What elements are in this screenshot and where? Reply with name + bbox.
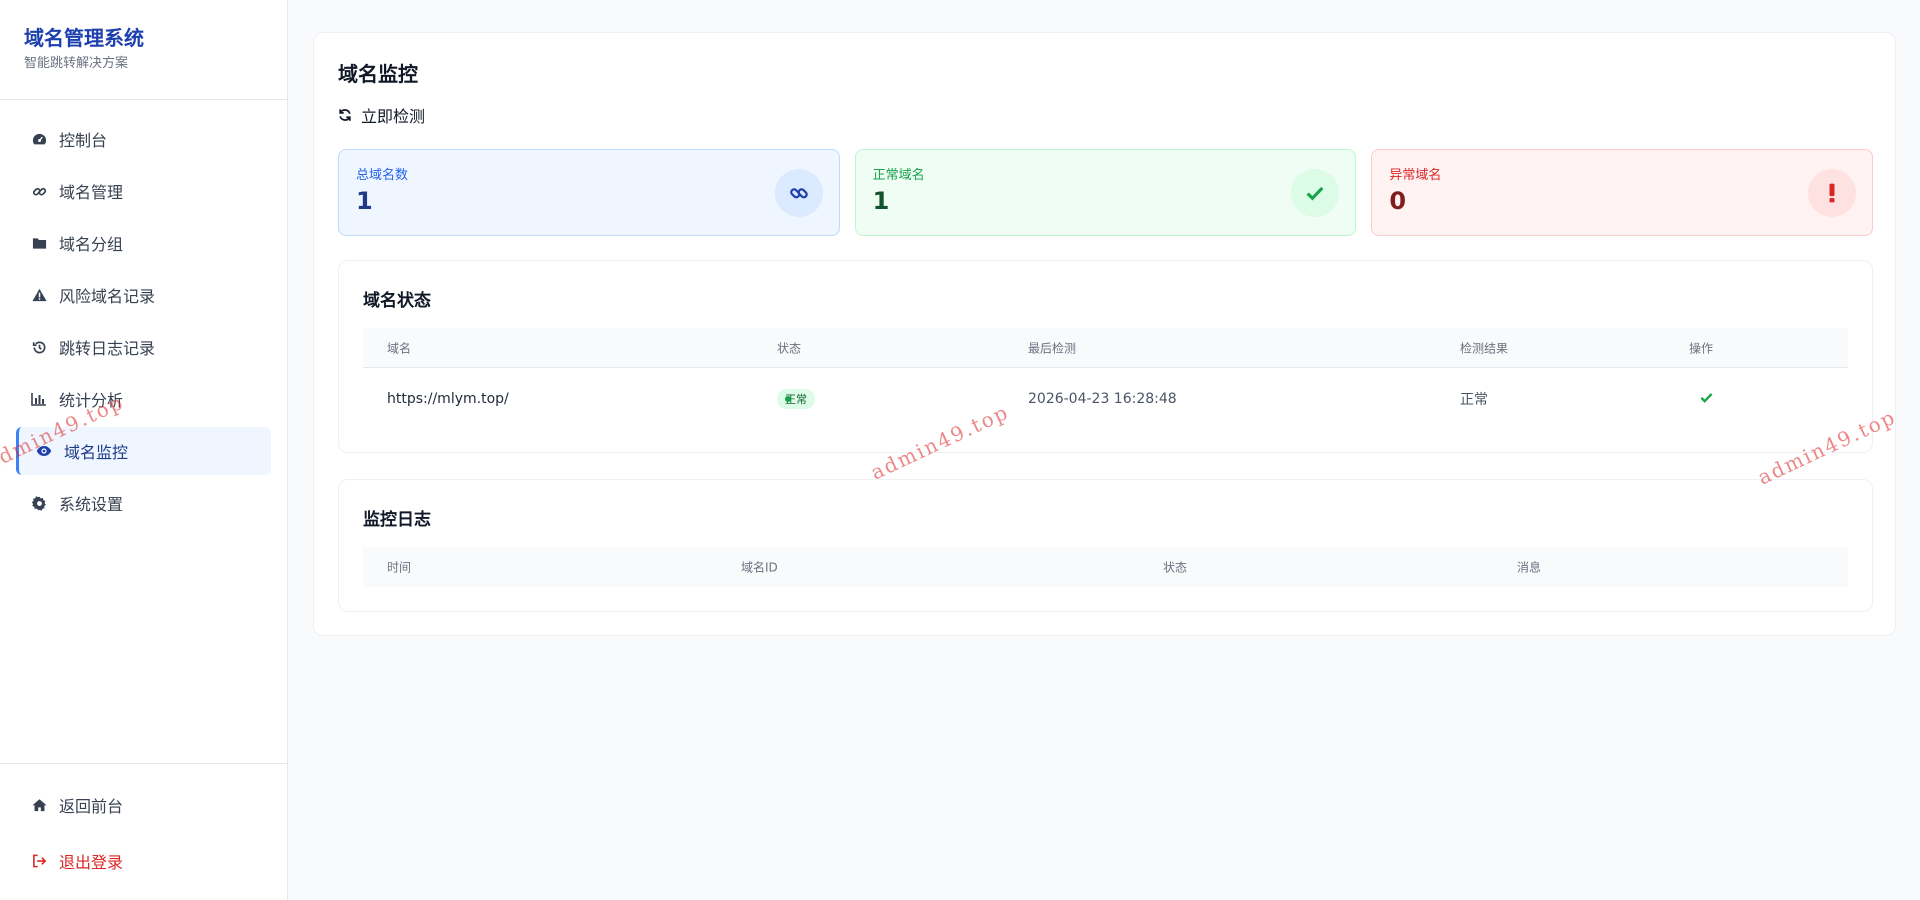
table-header: 域名 状态 最后检测 检测结果 操作 (363, 328, 1848, 368)
brand-subtitle: 智能跳转解决方案 (24, 56, 129, 71)
column-header: 域名 (387, 341, 412, 355)
exclamation-icon (1808, 169, 1857, 217)
gear-icon (31, 495, 47, 511)
stat-label: 总域名数 (356, 168, 409, 183)
link-icon (774, 169, 823, 217)
sidebar-item-domain-group[interactable]: 域名分组 (16, 219, 271, 267)
sidebar-item-settings[interactable]: 系统设置 (16, 479, 271, 527)
sidebar-item-label: 返回前台 (59, 797, 124, 816)
stat-abnormal-domains: 异常域名 0 (1371, 149, 1874, 236)
column-header: 消息 (1517, 560, 1542, 575)
table-row: https://mlym.top/ 正常 2026-04-23 16:28:48… (363, 368, 1848, 430)
refresh-icon (338, 107, 354, 123)
sidebar-item-label: 退出登录 (59, 853, 124, 872)
stat-value: 1 (872, 187, 890, 215)
sidebar-item-label: 风险域名记录 (59, 287, 156, 306)
history-icon (31, 339, 47, 355)
link-icon (31, 183, 47, 199)
status-dot (785, 396, 791, 402)
sidebar-item-risk-records[interactable]: 风险域名记录 (16, 271, 271, 319)
stats-row: 总域名数 1 正常域名 1 异常域名 0 (338, 149, 1874, 236)
sidebar-item-domain-manage[interactable]: 域名管理 (16, 167, 271, 215)
table-header: 时间 域名ID 状态 消息 (363, 547, 1848, 587)
sidebar-nav: 控制台 域名管理 域名分组 风险域名记录 跳转日志记录 统计分析 域名监控 系统… (16, 115, 271, 531)
home-icon (31, 797, 47, 813)
brand: 域名管理系统 智能跳转解决方案 (0, 0, 287, 100)
sidebar-item-statistics[interactable]: 统计分析 (16, 375, 271, 423)
sidebar-item-label: 跳转日志记录 (59, 339, 156, 358)
bar-chart-icon (31, 391, 47, 407)
check-now-label: 立即检测 (361, 107, 426, 126)
column-header: 时间 (387, 560, 412, 575)
column-header: 最后检测 (1028, 341, 1077, 355)
folder-icon (31, 235, 47, 251)
sidebar-item-label: 域名管理 (59, 183, 124, 202)
sidebar-item-label: 域名监控 (64, 443, 129, 462)
column-header: 操作 (1689, 341, 1714, 355)
page-title: 域名监控 (338, 62, 418, 86)
sidebar-bottom: 返回前台 退出登录 (0, 763, 287, 894)
back-to-frontend-link[interactable]: 返回前台 (16, 782, 271, 828)
status-cell: 正常 (777, 389, 815, 409)
sidebar-item-label: 域名分组 (59, 235, 124, 254)
card-title: 域名状态 (363, 291, 431, 311)
monitor-log-card: 监控日志 时间 域名ID 状态 消息 (338, 479, 1873, 612)
stat-value: 1 (356, 187, 373, 215)
result-cell: 正常 (1460, 392, 1488, 408)
sidebar-item-label: 控制台 (59, 131, 108, 150)
stat-total-domains: 总域名数 1 (338, 149, 840, 236)
stat-value: 0 (1389, 187, 1407, 215)
domain-status-card: 域名状态 域名 状态 最后检测 检测结果 操作 https://mlym.top… (338, 260, 1873, 453)
sign-out-icon (31, 853, 47, 869)
dashboard-icon (31, 131, 47, 147)
sidebar-item-dashboard[interactable]: 控制台 (16, 115, 271, 163)
column-header: 状态 (1163, 560, 1188, 575)
monitor-log-table: 时间 域名ID 状态 消息 (363, 547, 1848, 587)
check-now-button[interactable]: 立即检测 (338, 103, 425, 127)
status-badge: 正常 (777, 389, 815, 409)
stat-label: 正常域名 (872, 168, 925, 183)
domain-status-table: 域名 状态 最后检测 检测结果 操作 https://mlym.top/ 正常 … (363, 328, 1848, 430)
card-title: 监控日志 (363, 510, 431, 530)
main-panel: 域名监控 立即检测 总域名数 1 正常域名 1 异常域名 0 域名状态 域名 状… (313, 32, 1896, 636)
last-check-cell: 2026-04-23 16:28:48 (1028, 391, 1177, 407)
warning-icon (31, 287, 47, 303)
domain-cell: https://mlym.top/ (387, 391, 509, 407)
logout-link[interactable]: 退出登录 (16, 838, 271, 884)
check-icon (1291, 169, 1340, 217)
column-header: 状态 (777, 341, 802, 355)
column-header: 域名ID (741, 560, 778, 575)
check-icon[interactable] (1700, 391, 1713, 407)
sidebar-item-redirect-logs[interactable]: 跳转日志记录 (16, 323, 271, 371)
stat-normal-domains: 正常域名 1 (854, 149, 1357, 236)
brand-title: 域名管理系统 (24, 26, 144, 50)
sidebar-item-label: 系统设置 (59, 495, 124, 514)
stat-label: 异常域名 (1389, 168, 1442, 183)
column-header: 检测结果 (1460, 341, 1509, 355)
